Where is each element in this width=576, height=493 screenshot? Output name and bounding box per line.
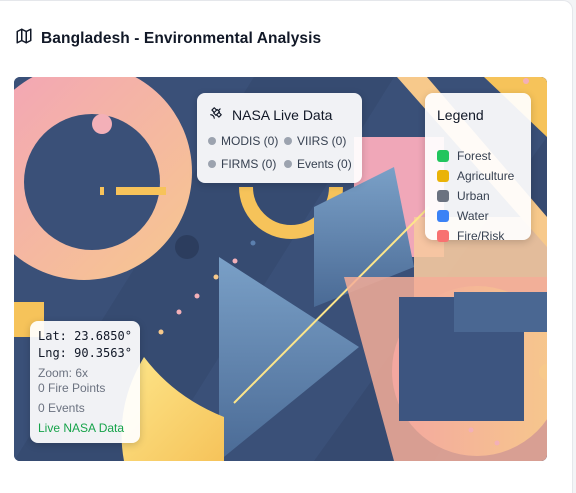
legend-label: Agriculture [457,169,515,183]
legend-swatch [437,150,449,162]
source-label: VIIRS (0) [297,134,347,148]
legend-label: Forest [457,149,492,163]
source-firms: FIRMS (0) [208,157,276,171]
source-label: MODIS (0) [221,134,279,148]
map-card: Bangladesh - Environmental Analysis NASA… [0,0,573,493]
map-icon [15,27,33,50]
source-viirs: VIIRS (0) [284,134,346,148]
events-count: 0 Events [38,401,85,415]
card-header: Bangladesh - Environmental Analysis [15,27,321,50]
legend-swatch [437,170,449,182]
legend-title: Legend [437,107,484,123]
source-modis: MODIS (0) [208,134,278,148]
zoom-level: Zoom: 6x [38,366,89,380]
source-events: Events (0) [284,157,352,171]
status-dot [208,160,216,168]
longitude-readout: Lng: 90.3563° [38,346,132,360]
status-dot [284,137,292,145]
source-label: Events (0) [297,157,352,171]
coordinates-panel: Lat: 23.6850° Lng: 90.3563° Zoom: 6x 0 F… [30,321,140,443]
map-view[interactable]: NASA Live Data MODIS (0) VIIRS (0) FIRMS… [14,77,547,461]
legend-label: Water [457,209,489,223]
legend-panel: Legend Forest Agriculture Urban Water Fi… [425,93,531,243]
nasa-panel-header: NASA Live Data [209,106,332,123]
legend-label: Urban [457,189,490,203]
fire-points-count: 0 Fire Points [38,381,106,395]
latitude-readout: Lat: 23.6850° [38,329,132,343]
card-title: Bangladesh - Environmental Analysis [41,29,322,47]
legend-item-agriculture: Agriculture [437,169,514,183]
legend-swatch [437,210,449,222]
status-dot [284,160,292,168]
source-label: FIRMS (0) [221,157,277,171]
nasa-panel-title: NASA Live Data [232,106,333,123]
legend-item-water: Water [437,209,489,223]
legend-label: Fire/Risk [457,229,505,243]
status-dot [208,137,216,145]
legend-item-fire-risk: Fire/Risk [437,229,504,243]
live-status: Live NASA Data [38,421,125,435]
nasa-data-panel: NASA Live Data MODIS (0) VIIRS (0) FIRMS… [197,93,362,183]
legend-swatch [437,230,449,242]
legend-item-urban: Urban [437,189,490,203]
legend-swatch [437,190,449,202]
satellite-icon [209,106,223,123]
legend-item-forest: Forest [437,149,491,163]
